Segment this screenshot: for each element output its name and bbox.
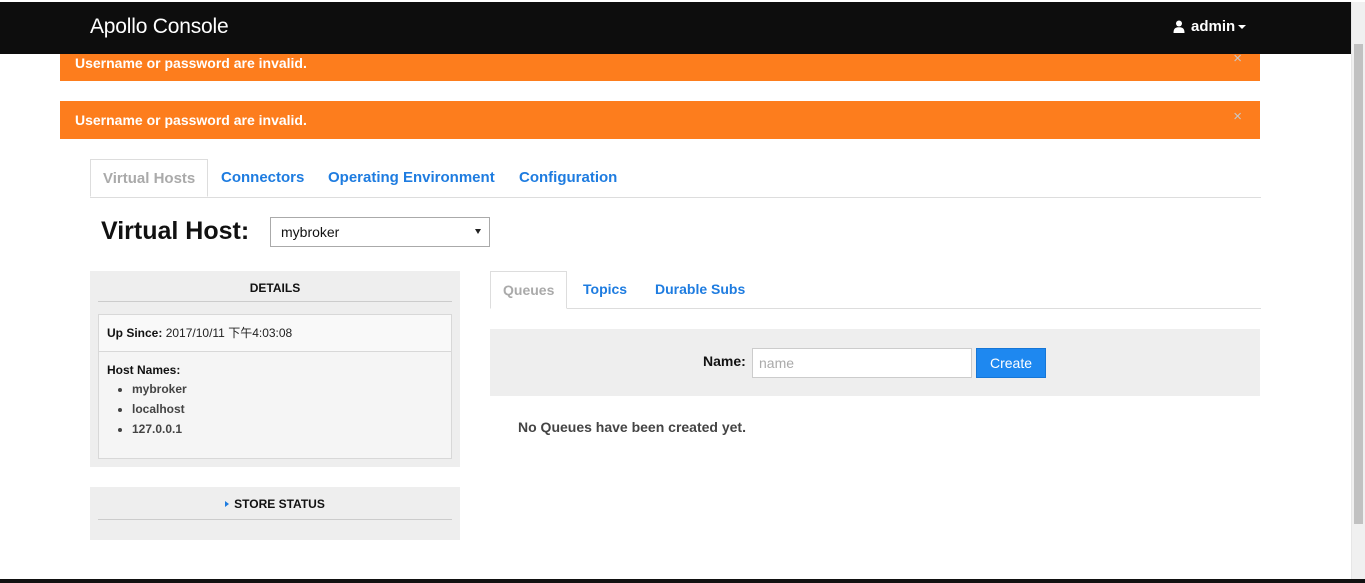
tab-configuration[interactable]: Configuration [519,159,617,197]
virtual-host-selected-value: mybroker [281,224,340,240]
app-title[interactable]: Apollo Console [90,15,229,39]
alert-message: Username or password are invalid. [75,55,307,71]
window-bottom-edge [0,579,1365,583]
host-names-list: mybroker localhost 127.0.0.1 [107,379,187,439]
store-status-title: STORE STATUS [234,497,325,511]
user-icon [1173,20,1185,33]
caret-down-icon [1238,24,1247,29]
tab-queues[interactable]: Queues [490,271,568,309]
caret-right-icon [225,500,230,507]
tab-virtual-hosts[interactable]: Virtual Hosts [90,159,209,197]
name-input[interactable] [752,348,972,378]
select-arrow-icon [475,229,481,234]
close-icon[interactable]: × [1233,108,1242,125]
up-since: Up Since: 2017/10/11 下午4:03:08 [99,315,451,352]
details-panel: DETAILS Up Since: 2017/10/11 下午4:03:08 H… [90,271,460,467]
user-menu[interactable]: admin [1173,18,1247,35]
create-button[interactable]: Create [976,348,1046,378]
vertical-scrollbar[interactable] [1351,2,1365,580]
error-alert: Username or password are invalid. × [60,101,1260,139]
name-label: Name: [703,353,746,369]
top-navbar: Apollo Console admin [0,2,1351,54]
sub-tabs: Queues Topics Durable Subs [490,271,1261,309]
virtual-host-label: Virtual Host: [101,217,250,245]
close-icon[interactable]: × [1233,51,1242,67]
store-status-toggle[interactable]: STORE STATUS [98,487,452,520]
up-since-value: 2017/10/11 下午4:03:08 [165,326,293,340]
details-title: DETAILS [98,271,452,302]
tab-durable-subs[interactable]: Durable Subs [655,271,745,308]
up-since-label: Up Since: [107,326,163,340]
page: Apollo Console admin Username or passwor… [0,0,1365,583]
alert-message: Username or password are invalid. [75,112,307,128]
host-name-item: mybroker [132,379,187,399]
details-box: Up Since: 2017/10/11 下午4:03:08 Host Name… [98,314,452,459]
store-status-panel: STORE STATUS [90,487,460,540]
create-queue-form: Name: Create [490,329,1260,396]
host-name-item: localhost [132,399,187,419]
user-name: admin [1191,18,1236,35]
scrollbar-thumb[interactable] [1354,44,1363,524]
tab-connectors[interactable]: Connectors [221,159,304,197]
host-name-item: 127.0.0.1 [132,419,187,439]
virtual-host-select[interactable]: mybroker [270,217,490,247]
empty-queues-message: No Queues have been created yet. [518,419,746,435]
host-names-label: Host Names: [107,363,181,377]
error-alert: Username or password are invalid. × [60,51,1260,81]
tab-topics[interactable]: Topics [583,271,627,308]
tab-operating-environment[interactable]: Operating Environment [328,159,495,197]
main-tabs: Virtual Hosts Connectors Operating Envir… [90,159,1261,198]
